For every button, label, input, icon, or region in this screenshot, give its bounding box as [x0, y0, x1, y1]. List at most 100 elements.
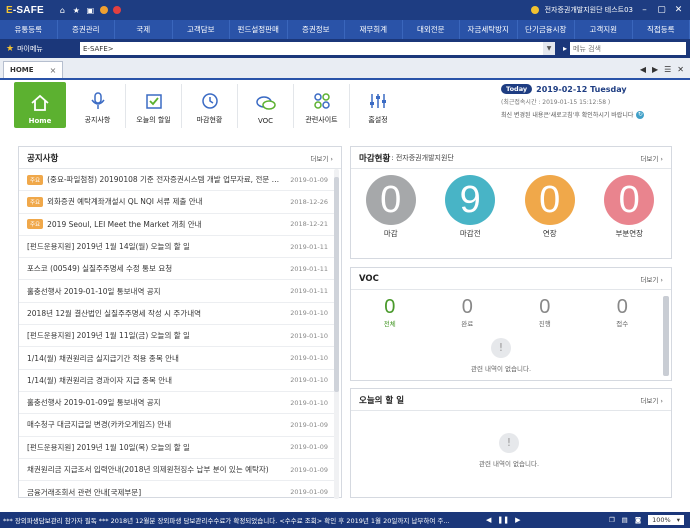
- voc-more-link[interactable]: 더보기: [640, 274, 663, 284]
- grid-icon: [313, 93, 330, 109]
- last-login: (최근접속시간 : 2019-01-15 15:12:58 ): [501, 99, 611, 106]
- list-icon[interactable]: ☰: [664, 65, 671, 74]
- list-item[interactable]: 채권원리금 지급조서 입력안내(2018년 의제원천징수 납부 분이 있는 예탁…: [19, 459, 334, 482]
- notice-scrollbar[interactable]: [334, 177, 339, 392]
- menu-item[interactable]: 증권관리: [58, 20, 115, 39]
- deadline-title: 마감현황: [359, 153, 391, 164]
- refresh-icon[interactable]: ↻: [636, 110, 645, 119]
- menu-item[interactable]: 단기금융시장: [518, 20, 575, 39]
- checklist-icon: [145, 94, 162, 109]
- todo-more-link[interactable]: 더보기: [640, 395, 663, 405]
- notice-more-link[interactable]: 더보기: [310, 153, 333, 163]
- chevron-left-icon[interactable]: ◀: [640, 65, 646, 74]
- list-item[interactable]: 금융거래조회서 관련 안내[국제부문] 2019-01-09: [19, 481, 334, 503]
- chevron-right-icon[interactable]: ▶: [515, 516, 520, 524]
- today-badge: Today: [501, 84, 533, 94]
- quick-sites-button[interactable]: 관련사이트: [294, 84, 350, 128]
- deadline-closed[interactable]: 0 마감: [365, 175, 416, 239]
- minimize-icon[interactable]: –: [639, 5, 650, 15]
- quick-settings-button[interactable]: 홈설정: [350, 84, 406, 128]
- user-icon: [530, 6, 539, 14]
- menu-item[interactable]: 펀드설정판매: [230, 20, 288, 39]
- quick-deadline-button[interactable]: 마감현황: [182, 84, 238, 128]
- home-icon: [31, 94, 49, 111]
- list-item[interactable]: [펀드운용지원] 2019년 1월 14일(월) 오늘의 할 일 2019-01-…: [19, 236, 334, 259]
- deadline-partial[interactable]: 0 부분연장: [604, 175, 655, 239]
- deadline-more-link[interactable]: 더보기: [640, 153, 663, 163]
- menu-item[interactable]: 자금세탁방지: [460, 20, 518, 39]
- tab-home[interactable]: HOME ×: [3, 61, 64, 78]
- alert-icon[interactable]: [112, 6, 121, 14]
- list-item[interactable]: 홀충선행사 2019-01-09일 통보내역 공지 2019-01-10: [19, 392, 334, 415]
- list-item[interactable]: 주요 외화증권 예탁계좌개설시 QL NQI 서류 제출 안내 2018-12-26: [19, 191, 334, 214]
- voc-empty-state: ! 관련 내역이 없습니다.: [471, 338, 531, 373]
- menu-item[interactable]: 유통등록: [0, 20, 58, 39]
- chat-icon: [255, 96, 276, 110]
- list-item[interactable]: 홀충선행사 2019-01-10일 통보내역 공지 2019-01-11: [19, 280, 334, 303]
- quick-home-button[interactable]: Home: [14, 82, 66, 128]
- print-icon[interactable]: ▤: [622, 516, 628, 524]
- close-icon[interactable]: ✕: [673, 5, 684, 15]
- voc-received[interactable]: 0 접수: [616, 296, 628, 328]
- main-menu: 유통등록 증권관리 국제 고객담보 펀드설정판매 증권정보 재무회계 대외전문 …: [0, 20, 690, 39]
- voc-scrollbar[interactable]: [663, 296, 669, 376]
- settings-icon[interactable]: [99, 6, 108, 14]
- important-badge: 주요: [27, 196, 44, 207]
- chevron-left-icon[interactable]: ◀: [486, 516, 491, 524]
- info-icon: !: [499, 433, 520, 453]
- quick-todo-button[interactable]: 오늘의 할일: [126, 84, 182, 128]
- quick-voc-button[interactable]: VOC: [238, 84, 294, 128]
- notice-ticker[interactable]: *** 장외파생담보관리 참가자 필독 *** 2018년 12월분 장외파생 …: [0, 515, 480, 525]
- notice-card: 공지사항 더보기 주요(중요-파일첨정) 20190108 기준 전자증권시스템…: [18, 146, 342, 499]
- list-item[interactable]: 2018년 12월 결산법인 실질주주명세 작성 시 주가내역 2019-01-1…: [19, 303, 334, 326]
- menu-item[interactable]: 재무회계: [345, 20, 403, 39]
- deadline-before[interactable]: 9 마감전: [445, 175, 496, 239]
- deadline-card: 마감현황 : 전자증권개발지원단 더보기 0 마감 9 마감전 0 연장: [350, 146, 672, 259]
- list-item[interactable]: 주요 (중요-파일첨정) 20190108 기준 전자증권시스템 개발 업무자료,…: [19, 169, 334, 192]
- menu-item[interactable]: 국제: [115, 20, 173, 39]
- quick-notice-button[interactable]: 공지사항: [70, 84, 126, 128]
- voc-progress[interactable]: 0 진행: [539, 296, 551, 328]
- title-bar: E-SAFE ⌂ ★ ▣ 전자증권개발지원단 테스트03 – ▢ ✕: [0, 0, 690, 20]
- status-bar: *** 장외파생담보관리 참가자 필독 *** 2018년 12월분 장외파생 …: [0, 512, 690, 528]
- deadline-extended[interactable]: 0 연장: [524, 175, 575, 239]
- menu-path-select[interactable]: E-SAFE> ▼: [80, 42, 555, 55]
- list-item[interactable]: 포스코 (00549) 실질주주명세 수정 통보 요청 2019-01-11: [19, 258, 334, 281]
- list-item[interactable]: 1/14(월) 채권원리금 실지급기간 적용 종목 안내 2019-01-10: [19, 347, 334, 370]
- todo-empty-state: ! 관련 내역이 없습니다.: [479, 433, 539, 468]
- chevron-right-icon[interactable]: ▶: [652, 65, 658, 74]
- list-item[interactable]: 주요 2019 Seoul, LEI Meet the Market 개최 안내 2…: [19, 214, 334, 236]
- copy-icon[interactable]: ❐: [609, 516, 615, 524]
- menu-search-input[interactable]: [570, 42, 687, 55]
- list-item[interactable]: 매수청구 대금지급일 변경(카카오게임즈) 안내 2019-01-09: [19, 414, 334, 437]
- today-info: Today 2019-02-12 Tuesday (최근접속시간 : 2019-…: [501, 84, 686, 119]
- home-icon[interactable]: ⌂: [58, 6, 67, 15]
- my-menu-button[interactable]: ★ 마이메뉴: [6, 44, 76, 54]
- list-item[interactable]: [펀드운용지원] 2019년 1월 11일(금) 오늘의 할 일 2019-01-…: [19, 325, 334, 348]
- menu-search-button[interactable]: ▸: [563, 44, 567, 53]
- voc-total[interactable]: 0 전체: [384, 296, 396, 328]
- important-badge: 주요: [27, 219, 44, 230]
- star-icon[interactable]: ★: [72, 6, 81, 15]
- list-item[interactable]: [펀드운용지원] 2019년 1월 10일(목) 오늘의 할 일 2019-01-…: [19, 437, 334, 459]
- lock-icon[interactable]: ▣: [86, 6, 95, 15]
- menu-item[interactable]: 대외전문: [403, 20, 460, 39]
- close-all-icon[interactable]: ✕: [677, 65, 684, 74]
- todo-card: 오늘의 할 일 더보기 ! 관련 내역이 없습니다.: [350, 388, 672, 498]
- voc-card: VOC 더보기 0 전체 0 완료 0 진행 0 접수: [350, 267, 672, 381]
- menu-item[interactable]: 고객지원: [575, 20, 633, 39]
- menu-item[interactable]: 직접등록: [633, 20, 690, 39]
- sliders-icon: [370, 94, 386, 108]
- list-item[interactable]: 1/14(월) 채권원리금 경과이자 지급 종목 안내 2019-01-10: [19, 370, 334, 392]
- menu-item[interactable]: 고객담보: [173, 20, 230, 39]
- zoom-select[interactable]: 100% ▾: [648, 515, 684, 525]
- notice-list: 주요 (중요-파일첨정) 20190108 기준 전자증권시스템 개발 업무자료,…: [19, 169, 334, 503]
- close-icon[interactable]: ×: [50, 66, 57, 75]
- chevron-down-icon[interactable]: ▼: [543, 42, 555, 55]
- maximize-icon[interactable]: ▢: [656, 5, 667, 15]
- menu-item[interactable]: 증권정보: [288, 20, 345, 39]
- quick-menu: Home 공지사항 오늘의 할일 마감현황 VOC 관련사이트 홈설정: [14, 82, 406, 130]
- camera-icon[interactable]: ◙: [635, 516, 641, 524]
- voc-done[interactable]: 0 완료: [461, 296, 473, 328]
- pause-icon[interactable]: ❚❚: [497, 516, 509, 524]
